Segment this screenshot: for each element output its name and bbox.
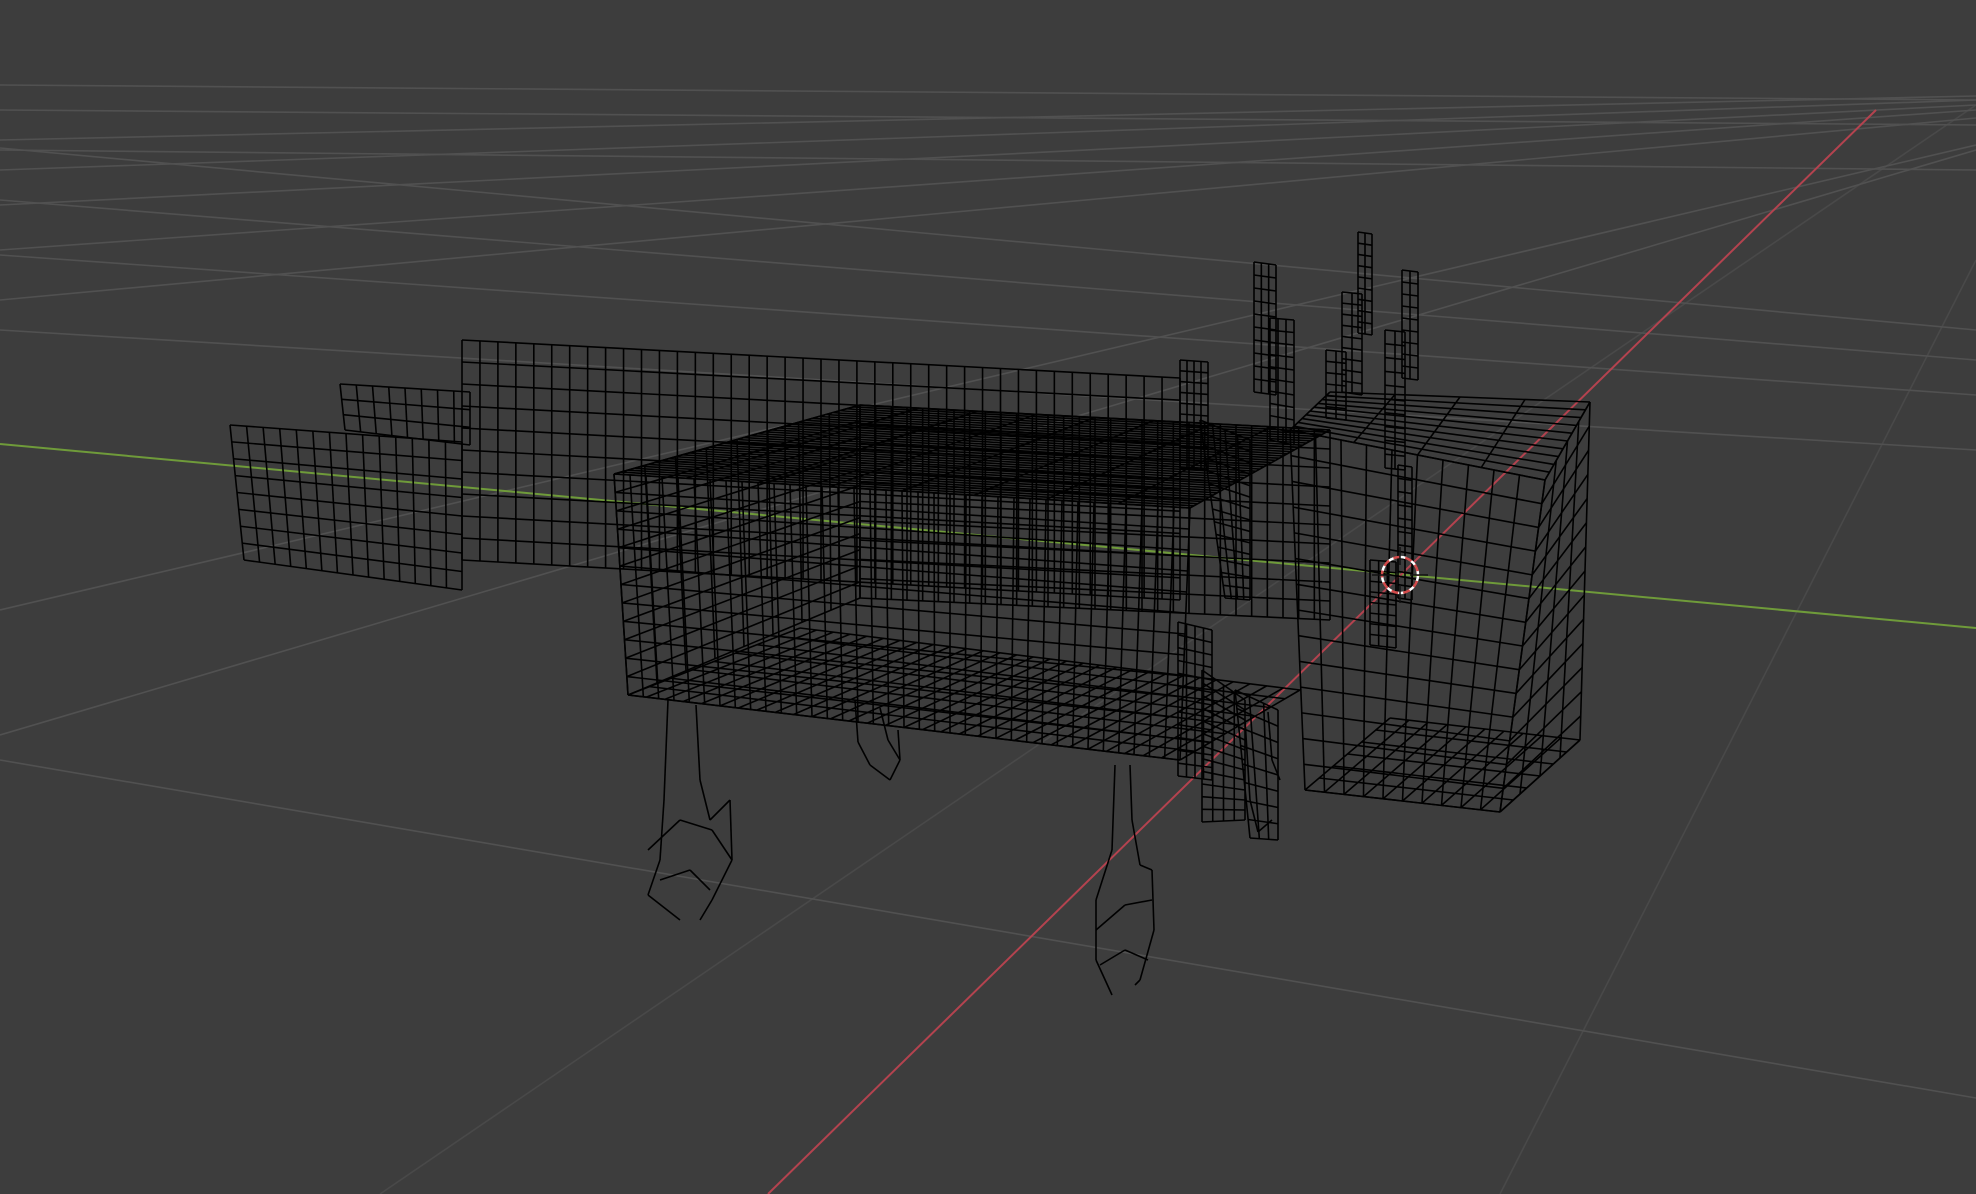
viewport-canvas[interactable] — [0, 0, 1976, 1194]
3d-viewport[interactable] — [0, 0, 1976, 1194]
